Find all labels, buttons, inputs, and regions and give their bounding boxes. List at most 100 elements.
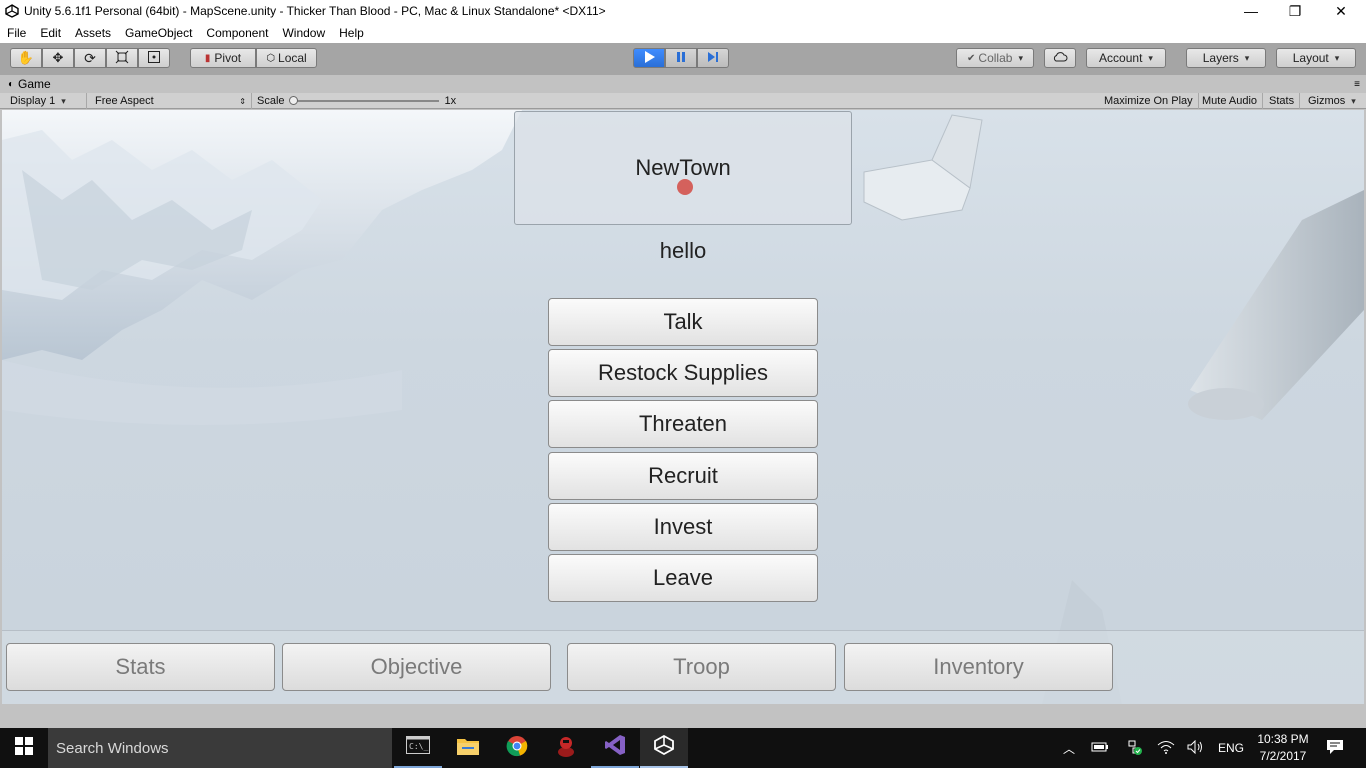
scale-slider[interactable] (288, 95, 439, 107)
menu-edit[interactable]: Edit (33, 26, 68, 40)
action-center-button[interactable] (1320, 728, 1350, 768)
stats-tab-button[interactable]: Stats (6, 643, 275, 691)
wifi-icon (1157, 740, 1175, 757)
game-view-toolbar: Display 1 Free Aspect ⇕ Scale 1x Maximiz… (0, 93, 1366, 109)
unity-status-bar (0, 704, 1366, 728)
stats-toggle[interactable]: Stats (1264, 93, 1301, 109)
tab-game-label: Game (18, 77, 51, 91)
threaten-button[interactable]: Threaten (548, 400, 818, 448)
display-label: Display 1 (10, 95, 56, 107)
pause-button[interactable] (665, 48, 697, 68)
troop-tab-button[interactable]: Troop (567, 643, 836, 691)
show-hidden-icons-button[interactable]: ︿ (1058, 728, 1080, 768)
taskbar-app-chrome[interactable] (493, 728, 541, 768)
rect-tool-button[interactable] (138, 48, 170, 68)
minimize-button[interactable]: — (1228, 0, 1274, 22)
gizmos-label: Gizmos (1308, 95, 1346, 107)
taskbar-app-unity[interactable] (640, 728, 688, 768)
layout-label: Layout (1292, 51, 1329, 65)
game-tab-header: ◐ Game ≡ (0, 75, 1366, 93)
gizmos-dropdown[interactable]: Gizmos (1303, 93, 1361, 109)
taskbar-app-cmd[interactable]: C:\_ (394, 728, 442, 768)
taskbar-clock[interactable]: 10:38 PM 7/2/2017 (1250, 731, 1316, 765)
objective-tab-button[interactable]: Objective (282, 643, 551, 691)
step-icon (706, 50, 720, 67)
aspect-dropdown[interactable]: Free Aspect ⇕ (90, 93, 252, 109)
town-name: NewTown (635, 155, 731, 180)
menu-assets[interactable]: Assets (68, 26, 118, 40)
cloud-icon (1052, 51, 1068, 66)
maximize-on-play-label: Maximize On Play (1104, 95, 1193, 107)
taskbar-search-box[interactable]: Search Windows (48, 728, 392, 768)
rotate-icon: ⟳ (84, 49, 96, 66)
chrome-icon (506, 735, 528, 762)
scale-slider-thumb[interactable] (288, 96, 298, 105)
step-button[interactable] (697, 48, 729, 68)
language-indicator[interactable]: ENG (1214, 728, 1248, 768)
tab-game[interactable]: ◐ Game (0, 77, 51, 91)
menu-gameobject[interactable]: GameObject (118, 26, 199, 40)
hand-tool-button[interactable]: ✋ (10, 48, 42, 68)
leave-button[interactable]: Leave (548, 554, 818, 602)
layers-label: Layers (1202, 51, 1239, 65)
maximize-on-play-toggle[interactable]: Maximize On Play (1099, 93, 1199, 109)
move-tool-button[interactable]: ✥ (42, 48, 74, 68)
sync-status-button[interactable] (1122, 728, 1146, 768)
collab-check-icon: ✔ (967, 52, 976, 64)
cloud-button[interactable] (1044, 48, 1076, 68)
recruit-button[interactable]: Recruit (548, 452, 818, 500)
play-button[interactable] (633, 48, 665, 68)
rotate-tool-button[interactable]: ⟳ (74, 48, 106, 68)
hand-icon: ✋ (17, 50, 35, 65)
app-red-icon (555, 734, 577, 763)
volume-button[interactable] (1184, 728, 1208, 768)
menu-help[interactable]: Help (332, 26, 371, 40)
windows-logo-icon (15, 736, 33, 760)
menu-component[interactable]: Component (199, 26, 275, 40)
account-dropdown[interactable]: Account (1086, 48, 1166, 68)
scale-control: Scale 1x (252, 93, 464, 109)
scale-icon (115, 50, 129, 67)
layers-dropdown[interactable]: Layers (1186, 48, 1266, 68)
menu-window[interactable]: Window (275, 26, 332, 40)
player-marker-icon (677, 179, 693, 195)
display-dropdown[interactable]: Display 1 (5, 93, 87, 109)
restock-supplies-button[interactable]: Restock Supplies (548, 349, 818, 397)
game-icon: ◐ (8, 78, 15, 90)
taskbar-app-red[interactable] (542, 728, 590, 768)
language-label: ENG (1217, 741, 1244, 755)
search-placeholder: Search Windows (56, 739, 169, 757)
wifi-button[interactable] (1154, 728, 1178, 768)
windows-taskbar: Search Windows C:\_ ︿ ENG 10:38 PM 7/2/2… (0, 728, 1366, 768)
volume-icon (1187, 739, 1205, 757)
pivot-toggle[interactable]: ▮ Pivot (190, 48, 256, 68)
taskbar-app-explorer[interactable] (444, 728, 492, 768)
updown-icon: ⇕ (239, 96, 246, 106)
pivot-label: Pivot (214, 51, 242, 65)
restore-button[interactable]: ❐ (1272, 0, 1318, 22)
layout-dropdown[interactable]: Layout (1276, 48, 1356, 68)
collab-dropdown[interactable]: ✔ Collab (956, 48, 1034, 68)
taskbar-app-visual-studio[interactable] (591, 728, 639, 768)
talk-button[interactable]: Talk (548, 298, 818, 346)
sync-icon (1125, 738, 1143, 759)
game-viewport[interactable]: NewTown hello Talk Restock Supplies Thre… (2, 110, 1364, 704)
menu-file[interactable]: File (0, 26, 33, 40)
inventory-tab-button[interactable]: Inventory (844, 643, 1113, 691)
town-name-panel: NewTown (514, 111, 852, 225)
scale-tool-button[interactable] (106, 48, 138, 68)
invest-button[interactable]: Invest (548, 503, 818, 551)
local-toggle[interactable]: ⬡ Local (256, 48, 317, 68)
battery-button[interactable] (1088, 728, 1112, 768)
mute-audio-toggle[interactable]: Mute Audio (1197, 93, 1264, 109)
start-button[interactable] (0, 728, 48, 768)
battery-icon (1091, 741, 1109, 756)
pause-icon (674, 50, 688, 67)
svg-text:C:\_: C:\_ (409, 742, 428, 751)
aspect-label: Free Aspect (95, 95, 154, 107)
clock-date: 7/2/2017 (1259, 749, 1307, 763)
local-icon: ⬡ (266, 52, 276, 64)
close-button[interactable]: ✕ (1318, 0, 1364, 22)
town-greeting-text: hello (659, 238, 707, 263)
panel-menu-icon[interactable]: ≡ (1354, 79, 1360, 90)
